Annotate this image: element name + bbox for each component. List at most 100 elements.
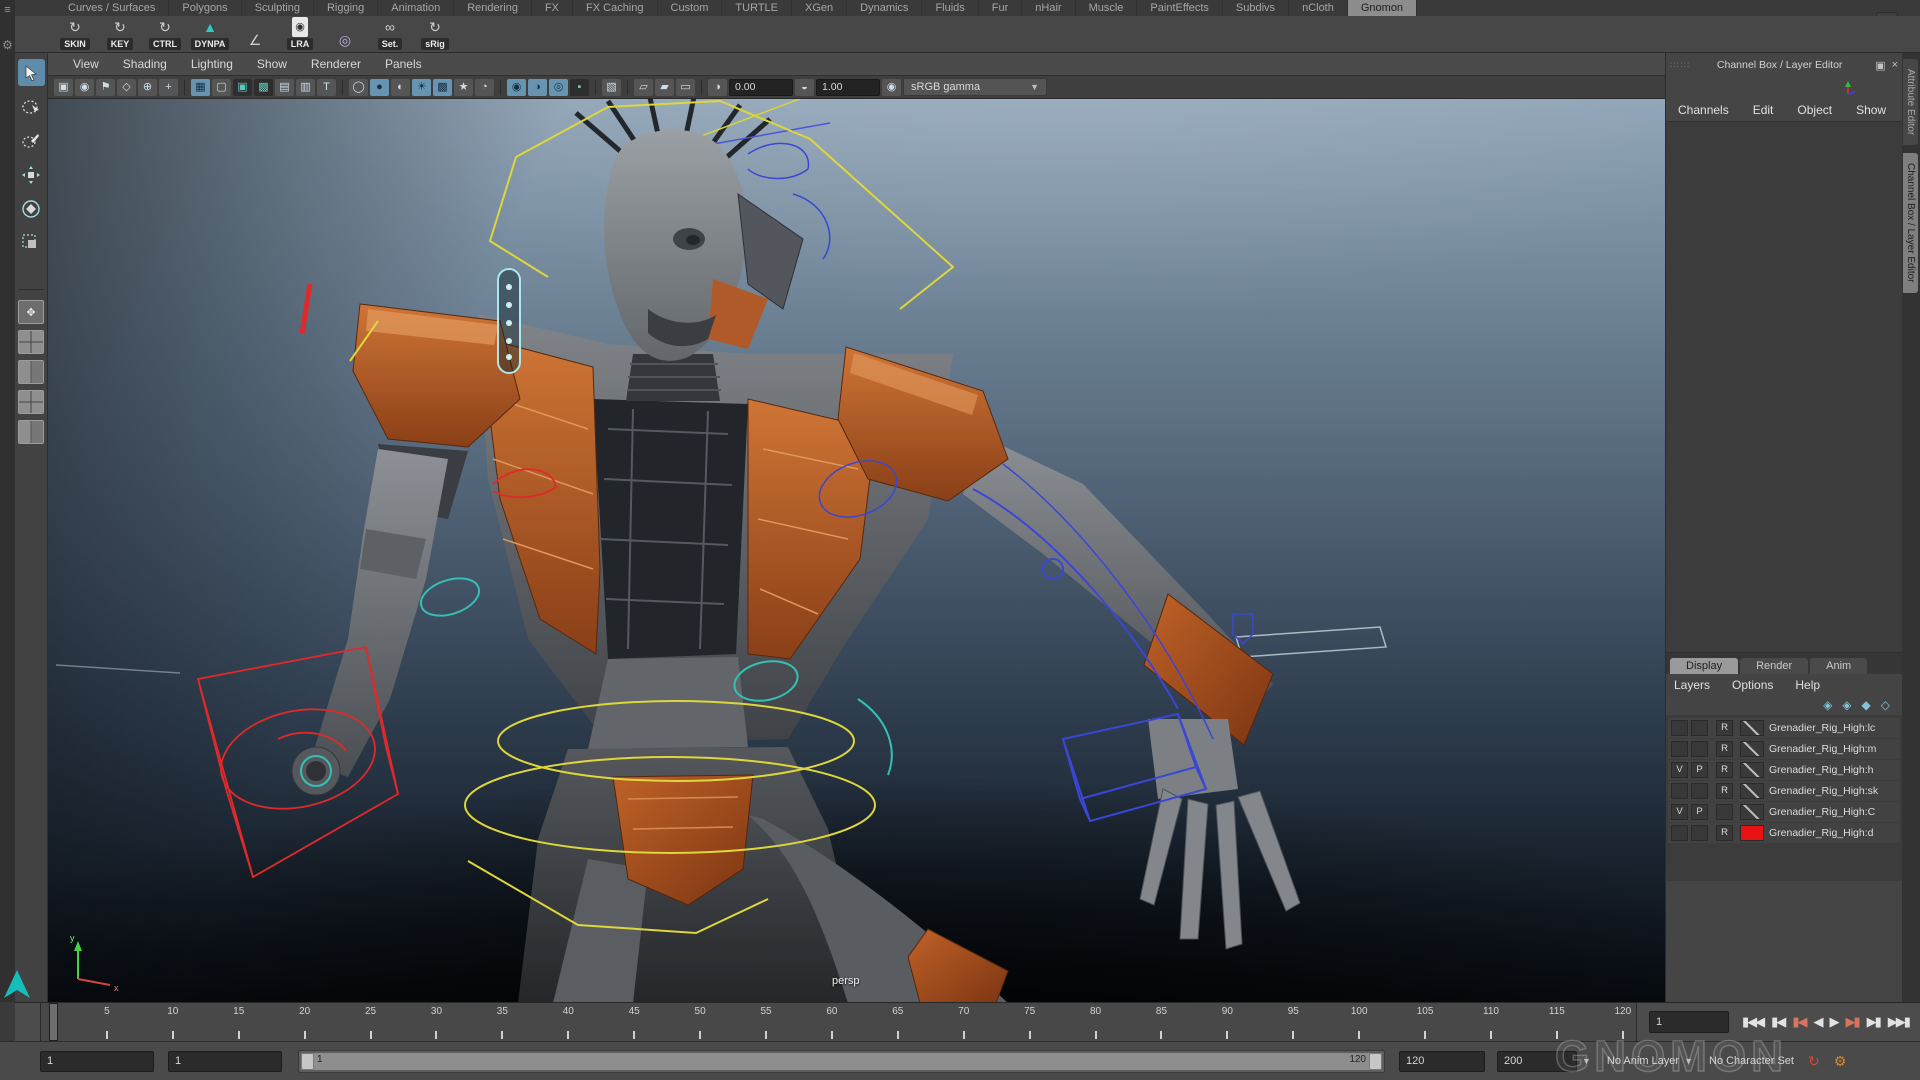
shelf-tab-custom[interactable]: Custom xyxy=(658,0,723,16)
channel-box-menu-show[interactable]: Show xyxy=(1852,103,1898,117)
layer-visibility-toggle[interactable] xyxy=(1671,741,1688,757)
panel-menu-show[interactable]: Show xyxy=(246,57,298,71)
select-camera-icon[interactable]: ▣ xyxy=(54,79,73,96)
panel-menu-shading[interactable]: Shading xyxy=(112,57,178,71)
shelf-tab-turtle[interactable]: TURTLE xyxy=(722,0,792,16)
shelf-tab-gnomon[interactable]: Gnomon xyxy=(1348,0,1417,16)
shaded-icon[interactable]: ● xyxy=(370,79,389,96)
range-slider-track[interactable] xyxy=(301,1053,1382,1070)
move-layer-down-icon[interactable]: ◈ xyxy=(1842,698,1851,712)
shelf-tab-curves-surfaces[interactable]: Curves / Surfaces xyxy=(55,0,169,16)
layer-color-swatch[interactable] xyxy=(1740,825,1764,841)
shelf-button-skin[interactable]: ↻SKIN xyxy=(55,17,95,50)
panel-menu-renderer[interactable]: Renderer xyxy=(300,57,372,71)
shelf-tab-animation[interactable]: Animation xyxy=(378,0,454,16)
anim-layer-dropdown-icon[interactable]: ▼ xyxy=(1684,1056,1693,1066)
gate-mask-icon[interactable]: ▩ xyxy=(254,79,273,96)
side-tab-channel-box-layer-editor[interactable]: Channel Box / Layer Editor xyxy=(1903,153,1918,293)
shelf-button-ctrl[interactable]: ↻CTRL xyxy=(145,17,185,50)
layer-menu-options[interactable]: Options xyxy=(1732,678,1773,692)
anim-layer-dropdown[interactable]: No Anim Layer xyxy=(1607,1055,1679,1067)
2d-pan-zoom-icon[interactable]: ⊕ xyxy=(138,79,157,96)
shelf-tab-polygons[interactable]: Polygons xyxy=(169,0,241,16)
layout-persp-outliner-button[interactable] xyxy=(18,390,44,414)
select-tool[interactable] xyxy=(18,59,45,86)
layer-visibility-toggle[interactable]: V xyxy=(1671,804,1688,820)
exposure-toggle-icon[interactable]: ▪ xyxy=(570,79,589,96)
layer-display-type-toggle[interactable]: R xyxy=(1716,741,1733,757)
exposure-field[interactable]: 0.00 xyxy=(729,79,793,96)
channel-box-menu-object[interactable]: Object xyxy=(1793,103,1844,117)
layer-menu-help[interactable]: Help xyxy=(1795,678,1820,692)
textured-icon[interactable]: ◐ xyxy=(391,79,410,96)
play-backwards-button[interactable]: ◀ xyxy=(1810,1003,1824,1041)
layer-menu-layers[interactable]: Layers xyxy=(1674,678,1710,692)
shelf-button-set[interactable]: ∞Set. xyxy=(370,17,410,50)
layer-name[interactable]: Grenadier_Rig_High:h xyxy=(1769,764,1873,776)
shelf-gear-icon[interactable]: ⚙ xyxy=(0,38,15,52)
shelf-tab-nhair[interactable]: nHair xyxy=(1022,0,1075,16)
layer-row[interactable]: VPR Grenadier_Rig_High:h xyxy=(1668,760,1900,780)
shelf-button-key[interactable]: ↻KEY xyxy=(100,17,140,50)
shelf-tab-subdivs[interactable]: Subdivs xyxy=(1223,0,1289,16)
layer-tab-render[interactable]: Render xyxy=(1740,658,1808,674)
layer-visibility-toggle[interactable] xyxy=(1671,720,1688,736)
gamma-field[interactable]: 1.00 xyxy=(816,79,880,96)
layer-row[interactable]: R Grenadier_Rig_High:sk xyxy=(1668,781,1900,801)
layer-color-swatch[interactable] xyxy=(1740,804,1764,820)
play-forwards-button[interactable]: ▶ xyxy=(1826,1003,1840,1041)
use-all-lights-icon[interactable]: ☀ xyxy=(412,79,431,96)
frame-selection-icon[interactable]: ▰ xyxy=(655,79,674,96)
step-back-frame-button[interactable]: ▮◀ xyxy=(1768,1003,1787,1041)
shelf-tab-dynamics[interactable]: Dynamics xyxy=(847,0,922,16)
layer-playback-toggle[interactable] xyxy=(1691,783,1708,799)
range-end-handle[interactable] xyxy=(1369,1053,1382,1070)
new-empty-layer-icon[interactable]: ◆ xyxy=(1862,698,1871,712)
layer-visibility-toggle[interactable] xyxy=(1671,783,1688,799)
shelf-tab-sculpting[interactable]: Sculpting xyxy=(242,0,314,16)
shelf-tab-painteffects[interactable]: PaintEffects xyxy=(1137,0,1223,16)
xray-joints-icon[interactable]: ◎ xyxy=(549,79,568,96)
marquee-select-icon[interactable]: ▧ xyxy=(602,79,621,96)
layout-single-pane-button[interactable]: ✥ xyxy=(18,300,44,324)
shelf-tab-fluids[interactable]: Fluids xyxy=(922,0,978,16)
timeline-track[interactable]: 5101520253035404550556065707580859095100… xyxy=(40,1003,1637,1041)
animation-preferences-icon[interactable]: ⚙ xyxy=(1834,1053,1847,1070)
layer-visibility-toggle[interactable]: V xyxy=(1671,762,1688,778)
layer-color-swatch[interactable] xyxy=(1740,762,1764,778)
shelf-button-character-set-icon[interactable]: ◎ xyxy=(325,30,365,50)
manipulator-icon[interactable] xyxy=(1840,80,1858,96)
frame-all-icon[interactable]: ▱ xyxy=(634,79,653,96)
side-tab-attribute-editor[interactable]: Attribute Editor xyxy=(1903,59,1918,145)
layer-name[interactable]: Grenadier_Rig_High:d xyxy=(1769,827,1873,839)
layer-playback-toggle[interactable]: P xyxy=(1691,762,1708,778)
panel-menu-lighting[interactable]: Lighting xyxy=(180,57,244,71)
step-back-key-button[interactable]: ▮◀ xyxy=(1789,1003,1808,1041)
shelf-tab-fx-caching[interactable]: FX Caching xyxy=(573,0,657,16)
layer-color-swatch[interactable] xyxy=(1740,783,1764,799)
view-transform-icon[interactable]: ◉ xyxy=(882,79,901,96)
view-transform-dropdown[interactable]: sRGB gamma▼ xyxy=(903,78,1047,96)
lock-camera-icon[interactable]: ◉ xyxy=(75,79,94,96)
layer-display-type-toggle[interactable]: R xyxy=(1716,720,1733,736)
step-forward-frame-button[interactable]: ▶▮ xyxy=(1864,1003,1883,1041)
animation-start-field[interactable]: 1 xyxy=(168,1051,282,1072)
current-frame-field[interactable]: 1 xyxy=(1649,1011,1729,1033)
shelf-button-dynpa[interactable]: ▲DYNPA xyxy=(190,17,230,50)
channel-box-menu-channels[interactable]: Channels xyxy=(1674,103,1741,117)
scale-tool[interactable] xyxy=(18,229,45,256)
channel-box-menu-edit[interactable]: Edit xyxy=(1749,103,1786,117)
shelf-tab-rendering[interactable]: Rendering xyxy=(454,0,532,16)
safe-action-icon[interactable]: ▥ xyxy=(296,79,315,96)
layout-two-pane-button[interactable] xyxy=(18,360,44,384)
layer-visibility-toggle[interactable] xyxy=(1671,825,1688,841)
move-layer-up-icon[interactable]: ◈ xyxy=(1823,698,1832,712)
layer-display-type-toggle[interactable]: R xyxy=(1716,762,1733,778)
range-slider[interactable]: 1 120 xyxy=(298,1050,1385,1073)
drag-handle-icon[interactable]: ∷∷∷ xyxy=(1670,60,1690,71)
grid-icon[interactable]: ▦ xyxy=(191,79,210,96)
layer-row[interactable]: RGrenadier_Rig_High:m xyxy=(1668,739,1900,759)
layer-name[interactable]: Grenadier_Rig_High:sk xyxy=(1769,785,1878,797)
layer-display-type-toggle[interactable]: R xyxy=(1716,783,1733,799)
channel-list-area[interactable] xyxy=(1666,121,1902,653)
